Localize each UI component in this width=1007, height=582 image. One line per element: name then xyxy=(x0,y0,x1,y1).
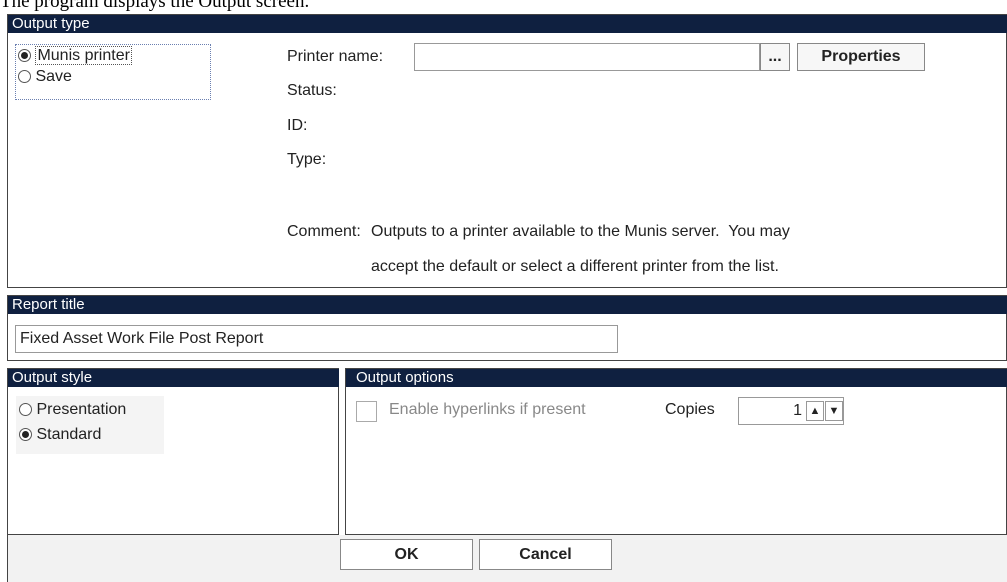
copies-label: Copies xyxy=(665,401,715,418)
copies-down-icon[interactable]: ▼ xyxy=(825,401,843,421)
output-type-header: Output type xyxy=(8,15,1007,33)
radio-standard[interactable]: Standard xyxy=(19,426,101,444)
type-label: Type: xyxy=(287,151,327,168)
hyperlinks-checkbox[interactable] xyxy=(356,401,377,422)
copies-value[interactable]: 1 xyxy=(739,398,804,424)
radio-save-label: Save xyxy=(35,68,72,85)
radio-presentation-label: Presentation xyxy=(36,401,127,418)
radio-presentation-indicator[interactable] xyxy=(19,403,32,417)
status-label: Status: xyxy=(287,82,337,99)
output-options-panel xyxy=(345,368,1007,535)
ok-button[interactable]: OK xyxy=(340,539,473,570)
page-caption: The program displays the Output screen. xyxy=(0,0,310,12)
radio-standard-indicator[interactable] xyxy=(19,428,32,442)
properties-button[interactable]: Properties xyxy=(797,43,925,71)
radio-munis-printer-label: Munis printer xyxy=(35,46,132,65)
printer-name-label: Printer name: xyxy=(287,48,384,65)
printer-name-input[interactable] xyxy=(414,43,760,71)
copies-up-icon[interactable]: ▲ xyxy=(806,401,824,421)
copies-stepper[interactable]: 1 ▲ ▼ xyxy=(738,397,844,425)
comment-line-2: accept the default or select a different… xyxy=(371,258,779,275)
radio-presentation[interactable]: Presentation xyxy=(19,401,126,419)
id-label: ID: xyxy=(287,117,308,134)
comment-label: Comment: xyxy=(287,223,361,240)
hyperlinks-label: Enable hyperlinks if present xyxy=(389,401,586,418)
output-style-header: Output style xyxy=(8,369,339,387)
output-options-header: Output options xyxy=(346,369,1007,387)
radio-save[interactable]: Save xyxy=(18,68,72,86)
radio-standard-label: Standard xyxy=(36,426,102,443)
comment-line-1: Outputs to a printer available to the Mu… xyxy=(371,223,790,240)
radio-munis-printer[interactable]: Munis printer xyxy=(18,46,132,65)
cancel-button[interactable]: Cancel xyxy=(479,539,612,570)
report-title-input[interactable]: Fixed Asset Work File Post Report xyxy=(15,325,618,353)
printer-browse-button[interactable]: ... xyxy=(760,43,790,71)
report-title-header: Report title xyxy=(8,296,1007,314)
radio-save-indicator[interactable] xyxy=(18,70,31,84)
radio-munis-printer-indicator[interactable] xyxy=(18,49,31,63)
